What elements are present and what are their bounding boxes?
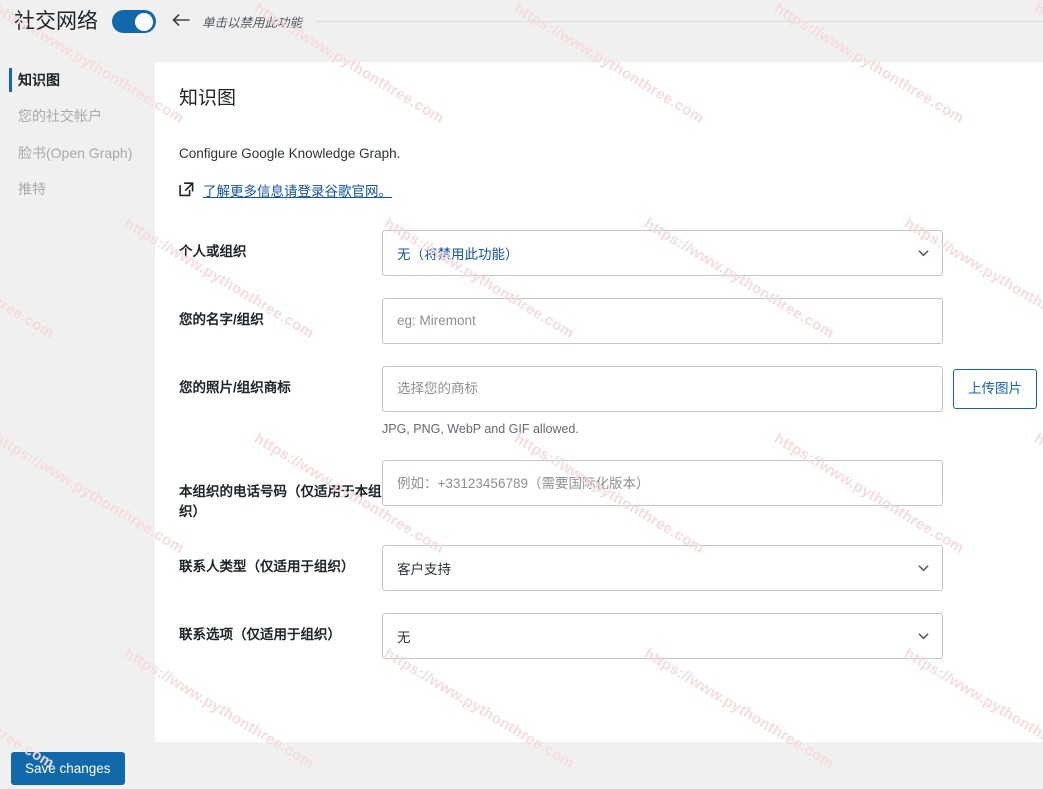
upload-image-button[interactable]: 上传图片 (953, 368, 1037, 409)
sidebar-item-label: 推特 (18, 180, 46, 197)
select-value: 客户支持 (397, 561, 451, 577)
field-row-contact-type: 联系人类型（仅适用于组织） 客户支持 (179, 544, 1019, 591)
page-header-title: 社交网络 (14, 10, 98, 33)
contact-option-select[interactable]: 无 (382, 612, 943, 659)
documentation-link[interactable]: 了解更多信息请登录谷歌官网。 (203, 180, 392, 200)
feature-toggle-switch[interactable] (112, 10, 156, 33)
toggle-knob (135, 12, 153, 31)
field-label: 本组织的电话号码（仅适用于本组织） (179, 484, 382, 520)
external-link-icon (179, 182, 194, 197)
sidebar-item-twitter[interactable]: 推特 (0, 171, 155, 207)
page-title: 知识图 (179, 88, 237, 109)
organization-phone-input[interactable] (382, 460, 943, 507)
sidebar-item-label: 您的社交帐户 (18, 108, 102, 125)
select-value: 无（将禁用此功能） (397, 246, 519, 262)
header-bar: 社交网络 单击以禁用此功能 (0, 0, 1043, 43)
sidebar-item-label: 知识图 (18, 72, 60, 88)
name-or-organization-input[interactable] (382, 297, 943, 344)
app-root: 社交网络 单击以禁用此功能 知识图 您的社交帐户 脸书(Open Graph) … (0, 0, 1043, 789)
field-row-organization-phone: 本组织的电话号码（仅适用于本组织） (179, 460, 1019, 523)
field-label: 您的照片/组织商标 (179, 379, 291, 395)
logo-path-input[interactable] (382, 365, 943, 412)
header-divider (316, 21, 1043, 22)
sidebar-item-facebook-open-graph[interactable]: 脸书(Open Graph) (0, 135, 155, 171)
field-label: 您的名字/组织 (179, 311, 264, 327)
field-row-name-or-organization: 您的名字/组织 (179, 297, 1019, 344)
field-row-photo-or-logo: 您的照片/组织商标 上传图片 JPG, PNG, WebP and GIF al… (179, 365, 1037, 439)
sidebar-item-label: 脸书(Open Graph) (18, 144, 133, 161)
toggle-hint-text: 单击以禁用此功能 (202, 16, 303, 30)
field-row-contact-option: 联系选项（仅适用于组织） 无 (179, 612, 1019, 659)
select-value: 无 (397, 629, 411, 645)
arrow-left-icon (172, 13, 191, 30)
field-label: 联系人类型（仅适用于组织） (179, 558, 355, 574)
save-changes-button[interactable]: Save changes (11, 752, 125, 785)
settings-panel: 知识图 Configure Google Knowledge Graph. 了解… (155, 62, 1043, 742)
field-row-person-or-organization: 个人或组织 无（将禁用此功能） (179, 229, 1019, 276)
sidebar-item-knowledge-graph[interactable]: 知识图 (0, 62, 155, 98)
logo-help-text: JPG, PNG, WebP and GIF allowed. (382, 421, 579, 436)
person-or-organization-select[interactable]: 无（将禁用此功能） (382, 229, 943, 276)
page-description: Configure Google Knowledge Graph. (179, 145, 401, 161)
field-label: 联系选项（仅适用于组织） (179, 626, 341, 642)
watermark-text: https://www.pythonthree.com (0, 215, 58, 343)
contact-type-select[interactable]: 客户支持 (382, 544, 943, 591)
settings-sidebar: 知识图 您的社交帐户 脸书(Open Graph) 推特 (0, 62, 155, 207)
field-label: 个人或组织 (179, 243, 247, 259)
sidebar-item-social-accounts[interactable]: 您的社交帐户 (0, 98, 155, 134)
documentation-link-row[interactable]: 了解更多信息请登录谷歌官网。 (179, 180, 1019, 200)
